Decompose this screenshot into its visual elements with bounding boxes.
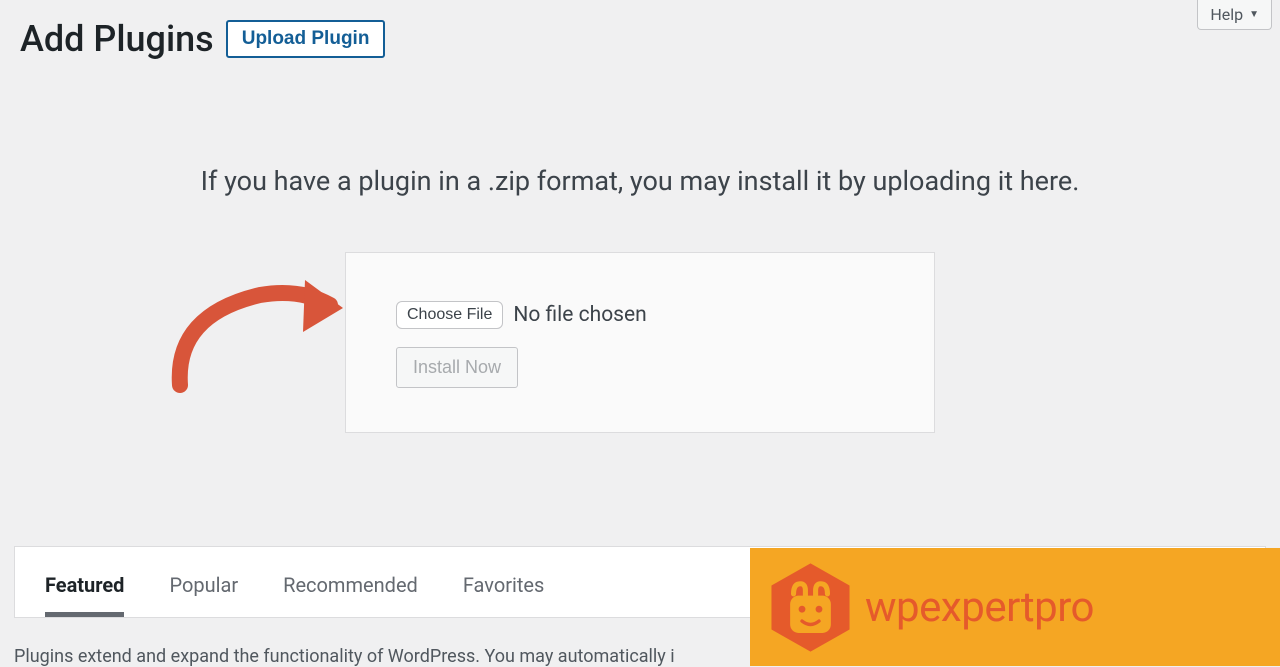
page-title: Add Plugins <box>20 18 214 60</box>
tab-popular[interactable]: Popular <box>169 573 238 617</box>
caret-down-icon: ▼ <box>1249 9 1259 20</box>
choose-file-button[interactable]: Choose File <box>396 301 503 329</box>
upload-panel: Choose File No file chosen Install Now <box>345 252 935 433</box>
install-now-button: Install Now <box>396 347 518 388</box>
page-header: Add Plugins Upload Plugin <box>0 0 1280 70</box>
upload-plugin-button[interactable]: Upload Plugin <box>226 20 386 58</box>
upload-instruction: If you have a plugin in a .zip format, y… <box>0 165 1280 197</box>
tab-featured[interactable]: Featured <box>45 573 124 617</box>
help-label: Help <box>1210 5 1243 24</box>
help-tab[interactable]: Help ▼ <box>1197 0 1272 30</box>
plugins-description: Plugins extend and expand the functional… <box>14 646 740 667</box>
tab-favorites[interactable]: Favorites <box>463 573 545 617</box>
brand-name: wpexpertpro <box>865 583 1094 632</box>
watermark: wpexpertpro <box>750 548 1280 666</box>
arrow-annotation-icon <box>165 260 355 400</box>
tab-recommended[interactable]: Recommended <box>283 573 418 617</box>
file-chosen-label: No file chosen <box>513 303 646 327</box>
brand-logo-icon <box>768 560 853 655</box>
